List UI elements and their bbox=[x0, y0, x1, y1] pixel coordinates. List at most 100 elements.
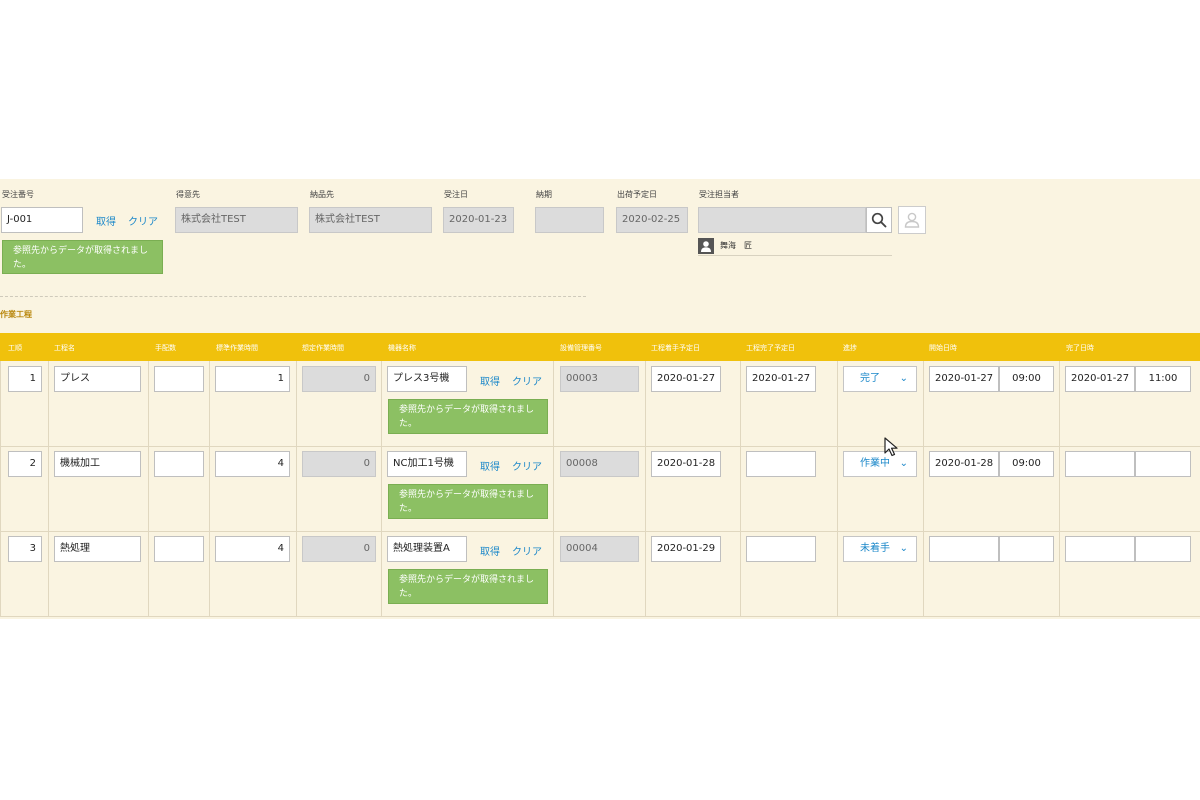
equip-no-field: 00008 bbox=[560, 451, 639, 477]
rep-search-button[interactable] bbox=[866, 207, 892, 233]
start-time-field[interactable] bbox=[999, 536, 1054, 562]
col-process: 工程名 bbox=[54, 344, 75, 352]
status-value: 未着手 bbox=[860, 543, 890, 554]
start-time-field[interactable]: 09:00 bbox=[999, 366, 1054, 392]
start-plan-field[interactable]: 2020-01-27 bbox=[651, 366, 721, 392]
rep-user-button[interactable] bbox=[898, 206, 926, 234]
divider bbox=[0, 296, 586, 297]
equip-no-field: 00004 bbox=[560, 536, 639, 562]
end-time-field[interactable] bbox=[1135, 536, 1191, 562]
mouse-cursor-icon bbox=[884, 437, 898, 457]
equipment-clear-link[interactable]: クリア bbox=[512, 543, 542, 558]
order-no-input[interactable]: J-001 bbox=[1, 207, 83, 233]
user-icon bbox=[904, 212, 920, 228]
col-est-time: 想定作業時間 bbox=[302, 344, 344, 352]
end-time-field[interactable]: 11:00 bbox=[1135, 366, 1191, 392]
est-time-field: 0 bbox=[302, 366, 376, 392]
customer-label: 得意先 bbox=[176, 190, 200, 199]
person-icon bbox=[698, 238, 714, 254]
end-date-field[interactable]: 2020-01-27 bbox=[1065, 366, 1135, 392]
start-time-field[interactable]: 09:00 bbox=[999, 451, 1054, 477]
seq-field[interactable]: 1 bbox=[8, 366, 42, 392]
status-select[interactable]: 未着手 ⌄ bbox=[843, 536, 917, 562]
end-plan-field[interactable] bbox=[746, 451, 816, 477]
order-fetch-message: 参照先からデータが取得されました。 bbox=[2, 240, 163, 274]
row-divider bbox=[0, 616, 1200, 617]
equipment-clear-link[interactable]: クリア bbox=[512, 458, 542, 473]
ship-date-field: 2020-02-25 bbox=[616, 207, 688, 233]
col-status: 進捗 bbox=[843, 344, 857, 352]
ship-date-label: 出荷予定日 bbox=[617, 190, 657, 199]
process-name-field[interactable]: 熱処理 bbox=[54, 536, 141, 562]
est-time-field: 0 bbox=[302, 451, 376, 477]
col-end-datetime: 完了日時 bbox=[1066, 344, 1094, 352]
process-name-field[interactable]: プレス bbox=[54, 366, 141, 392]
equipment-field[interactable]: プレス3号機 bbox=[387, 366, 467, 392]
end-plan-field[interactable]: 2020-01-27 bbox=[746, 366, 816, 392]
table-header: 工順 工程名 手配数 標準作業時間 想定作業時間 機器名称 設備管理番号 工程着… bbox=[0, 333, 1200, 361]
status-select[interactable]: 完了 ⌄ bbox=[843, 366, 917, 392]
delivery-dest-field: 株式会社TEST bbox=[309, 207, 432, 233]
end-date-field[interactable] bbox=[1065, 536, 1135, 562]
equipment-field[interactable]: 熱処理装置A bbox=[387, 536, 467, 562]
status-value: 作業中 bbox=[860, 458, 890, 469]
equipment-fetch-message: 参照先からデータが取得されました。 bbox=[388, 484, 548, 519]
equipment-fetch-message: 参照先からデータが取得されました。 bbox=[388, 399, 548, 434]
status-select[interactable]: 作業中 ⌄ bbox=[843, 451, 917, 477]
process-name-field[interactable]: 機械加工 bbox=[54, 451, 141, 477]
section-title: 作業工程 bbox=[0, 310, 32, 319]
qty-field[interactable] bbox=[154, 451, 204, 477]
col-equipment: 機器名称 bbox=[388, 344, 416, 352]
order-clear-link[interactable]: クリア bbox=[128, 213, 158, 228]
seq-field[interactable]: 3 bbox=[8, 536, 42, 562]
order-no-label: 受注番号 bbox=[2, 190, 34, 199]
equipment-fetch-link[interactable]: 取得 bbox=[480, 373, 500, 388]
chevron-down-icon: ⌄ bbox=[899, 458, 908, 469]
start-plan-field[interactable]: 2020-01-28 bbox=[651, 451, 721, 477]
app-panel: 受注番号 得意先 納品先 受注日 納期 出荷予定日 受注担当者 J-001 取得… bbox=[0, 179, 1200, 619]
table-row: 3 熱処理 4 0 熱処理装置A 取得 クリア 参照先からデータが取得されました… bbox=[0, 531, 1200, 616]
start-date-field[interactable]: 2020-01-27 bbox=[929, 366, 999, 392]
selected-rep: 舞海 匠 bbox=[698, 237, 892, 256]
equipment-fetch-link[interactable]: 取得 bbox=[480, 458, 500, 473]
search-icon bbox=[871, 212, 887, 228]
col-seq: 工順 bbox=[8, 344, 22, 352]
end-time-field[interactable] bbox=[1135, 451, 1191, 477]
start-plan-field[interactable]: 2020-01-29 bbox=[651, 536, 721, 562]
col-std-time: 標準作業時間 bbox=[216, 344, 258, 352]
end-date-field[interactable] bbox=[1065, 451, 1135, 477]
customer-field: 株式会社TEST bbox=[175, 207, 298, 233]
equipment-clear-link[interactable]: クリア bbox=[512, 373, 542, 388]
qty-field[interactable] bbox=[154, 366, 204, 392]
std-time-field[interactable]: 4 bbox=[215, 536, 290, 562]
start-date-field[interactable]: 2020-01-28 bbox=[929, 451, 999, 477]
equipment-fetch-message: 参照先からデータが取得されました。 bbox=[388, 569, 548, 604]
chevron-down-icon: ⌄ bbox=[899, 373, 908, 384]
seq-field[interactable]: 2 bbox=[8, 451, 42, 477]
std-time-field[interactable]: 1 bbox=[215, 366, 290, 392]
rep-label: 受注担当者 bbox=[699, 190, 739, 199]
equip-no-field: 00003 bbox=[560, 366, 639, 392]
std-time-field[interactable]: 4 bbox=[215, 451, 290, 477]
status-value: 完了 bbox=[860, 373, 880, 384]
selected-rep-name: 舞海 匠 bbox=[720, 241, 752, 250]
equipment-fetch-link[interactable]: 取得 bbox=[480, 543, 500, 558]
equipment-field[interactable]: NC加工1号機 bbox=[387, 451, 467, 477]
start-date-field[interactable] bbox=[929, 536, 999, 562]
table-row: 1 プレス 1 0 プレス3号機 取得 クリア 参照先からデータが取得されました… bbox=[0, 361, 1200, 446]
col-start-datetime: 開始日時 bbox=[929, 344, 957, 352]
order-fetch-link[interactable]: 取得 bbox=[96, 213, 116, 228]
order-date-label: 受注日 bbox=[444, 190, 468, 199]
delivery-dest-label: 納品先 bbox=[310, 190, 334, 199]
rep-search-input[interactable] bbox=[698, 207, 866, 233]
table-row: 2 機械加工 4 0 NC加工1号機 取得 クリア 参照先からデータが取得されま… bbox=[0, 446, 1200, 531]
est-time-field: 0 bbox=[302, 536, 376, 562]
col-equip-no: 設備管理番号 bbox=[560, 344, 602, 352]
due-date-field bbox=[535, 207, 604, 233]
col-end-plan: 工程完了予定日 bbox=[746, 344, 795, 352]
end-plan-field[interactable] bbox=[746, 536, 816, 562]
order-date-field: 2020-01-23 bbox=[443, 207, 514, 233]
qty-field[interactable] bbox=[154, 536, 204, 562]
due-date-label: 納期 bbox=[536, 190, 552, 199]
chevron-down-icon: ⌄ bbox=[899, 543, 908, 554]
